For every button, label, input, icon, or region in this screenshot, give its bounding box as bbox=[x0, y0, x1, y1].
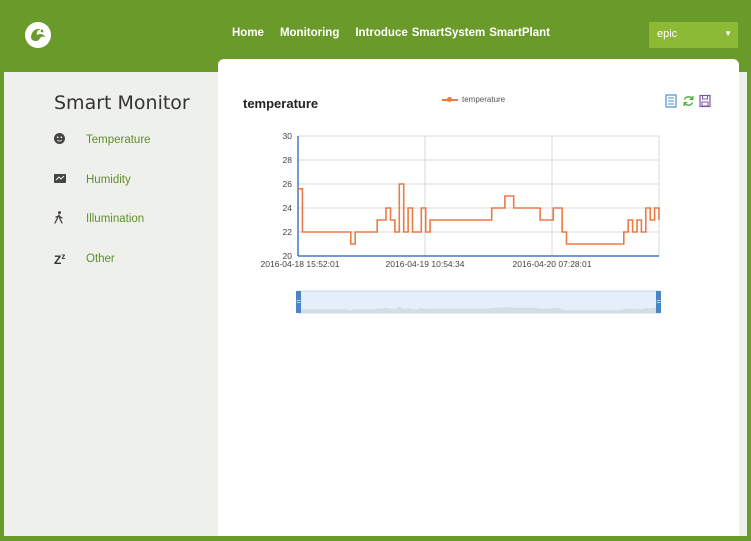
nav-monitoring[interactable]: Monitoring bbox=[280, 27, 339, 43]
sidebar-item-label: Illumination bbox=[86, 213, 145, 225]
y-tick-label: 22 bbox=[283, 227, 293, 237]
sidebar-item-label: Humidity bbox=[86, 174, 131, 186]
y-tick-label: 24 bbox=[283, 203, 293, 213]
sidebar-item-other[interactable]: Zz Other bbox=[54, 250, 115, 268]
face-icon bbox=[54, 133, 74, 147]
panel-title: temperature bbox=[243, 96, 319, 111]
y-tick-label: 28 bbox=[283, 155, 293, 165]
sleep-z-icon: Zz bbox=[54, 251, 66, 267]
monitor-icon bbox=[54, 173, 74, 187]
temperature-chart: 2022242628302016-04-18 15:52:01 2016-04-1… bbox=[261, 131, 661, 314]
sidebar-item-humidity[interactable]: Humidity bbox=[54, 171, 131, 189]
nav-smartsystem[interactable]: SmartSystem bbox=[412, 27, 486, 43]
sidebar-item-label: Temperature bbox=[86, 134, 151, 146]
data-view-icon[interactable] bbox=[665, 94, 677, 108]
caret-down-icon: ▼ bbox=[724, 29, 732, 38]
zoom-handle-grip: = bbox=[656, 299, 660, 306]
nav-home[interactable]: Home bbox=[232, 27, 264, 43]
walking-person-icon bbox=[54, 211, 74, 227]
save-icon[interactable] bbox=[699, 94, 711, 108]
user-dropdown[interactable]: epic ▼ bbox=[649, 22, 738, 48]
sidebar-item-label: Other bbox=[86, 253, 115, 265]
sidebar-title: Smart Monitor bbox=[54, 92, 190, 114]
y-tick-label: 30 bbox=[283, 131, 293, 141]
nav-introduce[interactable]: Introduce bbox=[355, 27, 407, 43]
chart-panel: temperature temperature 20 22 24 26 28 30 2016… bbox=[218, 59, 739, 536]
user-name: epic bbox=[657, 28, 678, 40]
legend-label: temperature bbox=[462, 95, 506, 104]
y-tick-label: 26 bbox=[283, 179, 293, 189]
sidebar: Smart Monitor Temperature Humidity Illum… bbox=[4, 72, 218, 536]
sidebar-item-illumination[interactable]: Illumination bbox=[54, 210, 144, 228]
chart-legend[interactable]: temperature bbox=[442, 95, 505, 104]
main-nav: Home Monitoring Introduce SmartSystem Sm… bbox=[232, 27, 550, 43]
nav-smartplant[interactable]: SmartPlant bbox=[489, 27, 550, 43]
refresh-icon[interactable] bbox=[682, 94, 694, 108]
zoom-handle-grip: = bbox=[296, 299, 300, 306]
x-tick-label: 2016-04-18 15:52:01 bbox=[261, 259, 340, 269]
sidebar-item-temperature[interactable]: Temperature bbox=[54, 131, 151, 149]
legend-swatch bbox=[442, 96, 458, 102]
app-logo-icon[interactable] bbox=[25, 22, 51, 48]
x-tick-label: 2016-04-20 07:28:01 bbox=[513, 259, 592, 269]
chart-toolbox bbox=[665, 94, 711, 108]
bird-logo-icon bbox=[31, 28, 45, 42]
temperature-series-line bbox=[298, 183, 660, 245]
x-tick-label: 2016-04-19 10:54:34 bbox=[386, 259, 465, 269]
